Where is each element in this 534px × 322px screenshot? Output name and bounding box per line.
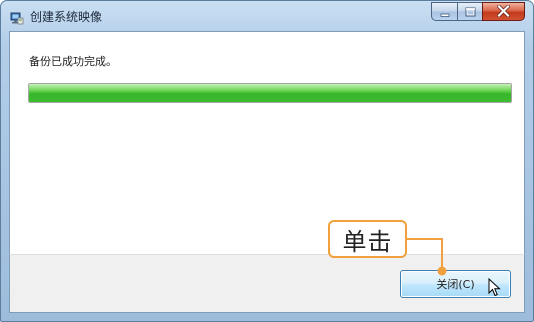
close-window-button[interactable] xyxy=(482,2,525,21)
status-message: 备份已成功完成。 xyxy=(29,55,117,68)
close-button[interactable]: 关闭(C) xyxy=(400,270,511,298)
close-icon xyxy=(496,2,511,21)
dialog-content: 备份已成功完成。 xyxy=(9,31,525,287)
maximize-icon xyxy=(465,2,476,21)
progress-bar xyxy=(28,83,512,103)
callout-label: 单击 xyxy=(342,227,393,256)
window-title: 创建系统映像 xyxy=(30,10,103,24)
maximize-button[interactable] xyxy=(457,2,482,21)
minimize-button[interactable] xyxy=(431,2,457,21)
window-frame: 创建系统映像 备份已成功完成。 关闭(C) xyxy=(0,0,534,322)
minimize-icon xyxy=(440,2,450,21)
click-callout: 单击 xyxy=(328,220,407,258)
caption-buttons xyxy=(431,2,525,21)
dialog-footer: 关闭(C) xyxy=(9,254,525,313)
close-button-label: 关闭(C) xyxy=(436,278,475,291)
mouse-pointer-icon xyxy=(488,277,502,301)
title-bar[interactable]: 创建系统映像 xyxy=(1,1,533,31)
system-image-icon xyxy=(10,10,24,25)
progress-fill xyxy=(29,84,511,102)
